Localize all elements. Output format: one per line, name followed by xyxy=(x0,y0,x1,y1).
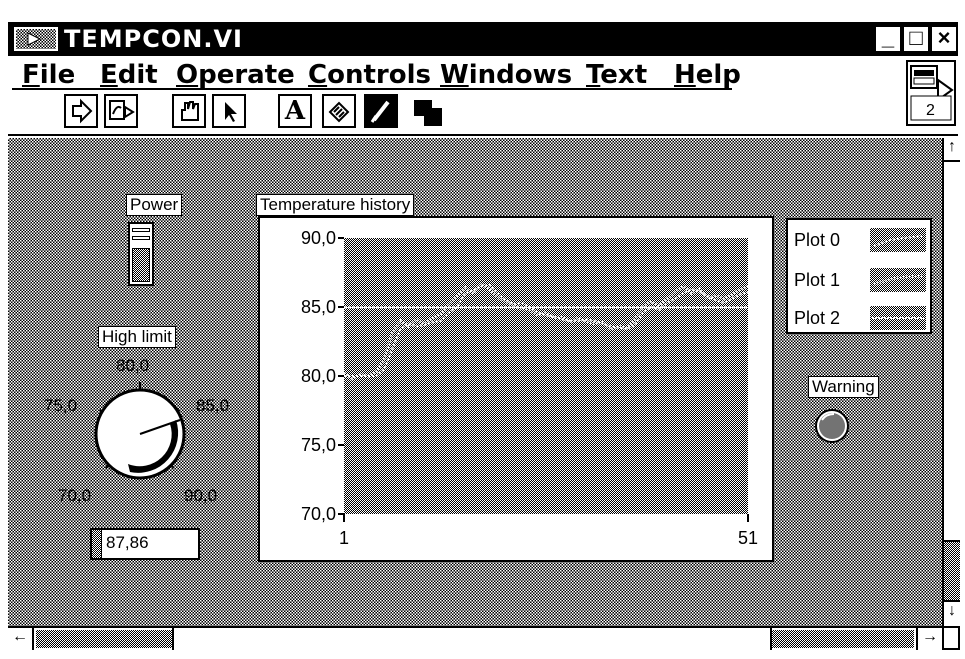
run-continuously-button[interactable] xyxy=(104,94,138,128)
menu-operate[interactable]: Operate xyxy=(176,60,295,90)
legend-label-plot-2: Plot 2 xyxy=(794,308,841,328)
y-tick-label: 70,0 xyxy=(301,504,336,524)
menu-label: perate xyxy=(198,60,295,90)
menu-label: elp xyxy=(695,60,741,90)
x-tick-label: 1 xyxy=(339,528,349,548)
menu-label: ile xyxy=(39,60,76,90)
run-arrow-icon xyxy=(27,32,42,46)
chart-title: Temperature history xyxy=(256,194,415,216)
series-line-plot-0 xyxy=(344,283,749,377)
title-bar[interactable]: TEMPCON.VI _ □ × xyxy=(8,22,958,56)
operate-tool-button[interactable] xyxy=(172,94,206,128)
maximize-button[interactable]: □ xyxy=(902,25,930,53)
labeling-tool-button[interactable]: A xyxy=(278,94,312,128)
legend-line-icon xyxy=(873,235,923,247)
size-box[interactable] xyxy=(942,626,960,650)
menu-text[interactable]: Text xyxy=(586,60,647,90)
scroll-right-button[interactable]: → xyxy=(916,628,942,650)
y-tick-label: 80,0 xyxy=(301,366,336,386)
color-swatch-icon xyxy=(414,100,442,126)
menu-label: dit xyxy=(117,60,158,90)
menu-help[interactable]: Help xyxy=(674,60,741,90)
high-limit-value: 87,86 xyxy=(106,533,149,552)
text-a-icon: A xyxy=(284,96,306,126)
menu-mnemonic: T xyxy=(586,60,601,90)
power-switch[interactable] xyxy=(128,222,154,286)
toolbar-divider xyxy=(8,134,958,136)
vi-number: 2 xyxy=(926,102,935,119)
menu-mnemonic: W xyxy=(440,60,469,90)
menu-label: ext xyxy=(600,60,648,90)
warning-label: Warning xyxy=(808,376,879,398)
minimize-button[interactable]: _ xyxy=(874,25,902,53)
temperature-chart[interactable]: 90,0 85,0 80,0 75,0 70,01 51 xyxy=(258,216,774,562)
power-label: Power xyxy=(126,194,183,216)
legend-line-icon xyxy=(873,274,923,286)
menu-edit[interactable]: Edit xyxy=(100,60,158,90)
y-tick-label: 85,0 xyxy=(301,297,336,317)
switch-lever xyxy=(132,248,150,282)
menu-label: ontrols xyxy=(327,60,431,90)
labview-app-icon[interactable] xyxy=(14,27,58,51)
legend-label-plot-0: Plot 0 xyxy=(794,230,841,250)
menu-mnemonic: H xyxy=(674,60,696,90)
scroll-down-button[interactable]: ↓ xyxy=(944,600,960,624)
chart-legend[interactable]: Plot 0 Plot 1 Plot 2 xyxy=(786,218,932,334)
menu-file[interactable]: File xyxy=(22,60,75,90)
color-tool-button[interactable] xyxy=(364,94,398,128)
legend-swatch-plot-0[interactable] xyxy=(870,228,926,252)
vertical-scroll-thumb[interactable] xyxy=(944,162,960,542)
run-continuously-icon xyxy=(109,100,135,120)
high-limit-knob[interactable] xyxy=(84,374,204,490)
y-tick-label: 75,0 xyxy=(301,435,336,455)
menu-mnemonic: O xyxy=(176,60,199,90)
high-limit-digital-display[interactable]: 87,86 xyxy=(90,528,200,560)
legend-label-plot-1: Plot 1 xyxy=(794,270,841,290)
menu-controls[interactable]: Controls xyxy=(308,60,431,90)
horizontal-scrollbar[interactable]: ← → xyxy=(8,626,942,650)
increment-arrows[interactable] xyxy=(92,530,102,558)
close-button[interactable]: × xyxy=(930,25,958,53)
wiring-tool-button[interactable] xyxy=(322,94,356,128)
operate-hand-icon xyxy=(181,101,199,121)
menu-label: indows xyxy=(468,60,573,90)
run-arrow-icon xyxy=(72,98,93,124)
scroll-left-button[interactable]: ← xyxy=(8,628,34,650)
horizontal-scroll-thumb[interactable] xyxy=(172,628,772,650)
switch-ridge xyxy=(132,228,150,232)
high-limit-label: High limit xyxy=(98,326,176,348)
color-brush-icon xyxy=(370,100,390,123)
y-tick-label: 90,0 xyxy=(301,228,336,248)
color-swatch[interactable] xyxy=(412,98,444,128)
warning-led[interactable] xyxy=(812,406,852,446)
position-arrow-icon xyxy=(225,102,237,122)
menu-windows[interactable]: Windows xyxy=(440,60,572,90)
legend-swatch-plot-2[interactable] xyxy=(870,306,926,330)
window-title: TEMPCON.VI xyxy=(64,25,243,53)
scroll-up-button[interactable]: ↑ xyxy=(944,138,960,162)
knob-tick-80: 80,0 xyxy=(116,356,150,375)
menu-mnemonic: C xyxy=(308,60,328,90)
menu-mnemonic: E xyxy=(100,60,118,90)
legend-line-icon xyxy=(872,317,924,319)
series-line-plot-1 xyxy=(343,281,749,381)
vi-icon-pane[interactable]: 2 xyxy=(906,60,956,126)
position-tool-button[interactable] xyxy=(212,94,246,128)
run-button[interactable] xyxy=(64,94,98,128)
vertical-scrollbar[interactable]: ↑ ↓ xyxy=(942,138,960,626)
switch-ridge xyxy=(132,236,150,240)
legend-swatch-plot-1[interactable] xyxy=(870,268,926,292)
x-tick-label: 51 xyxy=(738,528,758,548)
menu-bar: File Edit Operate Controls Windows Text … xyxy=(8,58,958,90)
menu-divider xyxy=(12,88,732,90)
wiring-spool-icon xyxy=(328,101,350,123)
knob-tick-75: 75,0 xyxy=(44,396,78,415)
menu-mnemonic: F xyxy=(22,60,40,90)
